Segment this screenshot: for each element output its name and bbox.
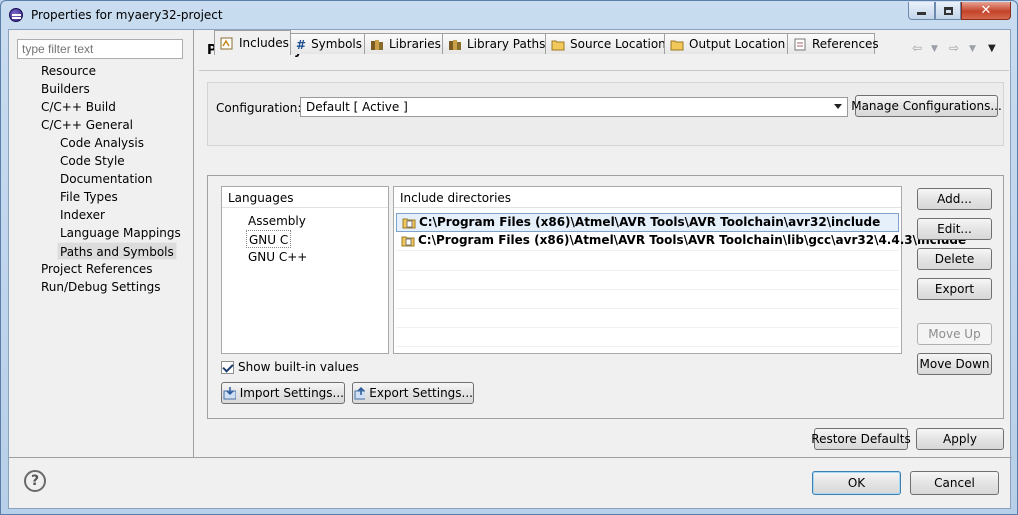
ok-button[interactable]: OK [812,471,901,495]
row-divider [396,289,899,290]
tab-output-location-label: Output Location [689,37,786,51]
edit-button[interactable]: Edit... [917,218,992,240]
languages-list[interactable]: Languages Assembly GNU C GNU C++ [221,186,389,354]
help-icon[interactable]: ? [24,470,46,492]
eclipse-icon [9,8,23,22]
tree-item-resource[interactable]: Resource [39,62,98,80]
tree-item-cpp-build[interactable]: C/C++ Build [39,98,118,116]
hash-icon: # [296,37,307,52]
move-up-button[interactable]: Move Up [917,323,992,345]
tree-item-documentation[interactable]: Documentation [58,170,155,188]
tab-references[interactable]: References [787,33,879,54]
import-settings-button[interactable]: Import Settings... [221,382,345,404]
tree-item-code-analysis[interactable]: Code Analysis [58,134,146,152]
include-path: C:\Program Files (x86)\Atmel\AVR Tools\A… [419,215,881,229]
tab-includes-label: Includes [239,36,289,50]
tab-symbols[interactable]: # Symbols [290,33,365,54]
maximize-button[interactable] [935,2,961,20]
references-icon [793,38,807,51]
back-menu-icon[interactable]: ▼ [931,44,938,54]
dialog-body: Resource Builders C/C++ Build C/C++ Gene… [8,29,1012,509]
source-folder-icon [551,38,565,51]
tree-item-project-references[interactable]: Project References [39,260,155,278]
header-divider [199,70,1009,71]
language-item-gnu-c[interactable]: GNU C [246,230,292,248]
properties-window: Properties for myaery32-project ✕ Resour… [0,0,1018,515]
row-divider [396,270,899,271]
library-path-icon [448,38,462,51]
delete-button[interactable]: Delete [917,248,992,270]
configuration-label: Configuration: [216,101,302,115]
close-button[interactable]: ✕ [961,2,1011,20]
tab-references-label: References [812,37,879,51]
tree-item-file-types[interactable]: File Types [58,188,120,206]
export-settings-button[interactable]: Export Settings... [352,382,474,404]
filter-input[interactable] [17,39,183,59]
include-path: C:\Program Files (x86)\Atmel\AVR Tools\A… [418,233,967,247]
maximize-icon [943,6,953,15]
add-button[interactable]: Add... [917,188,992,210]
forward-menu-icon[interactable]: ▼ [969,44,976,54]
title-bar[interactable]: Properties for myaery32-project ✕ [1,1,1017,29]
tree-item-code-style[interactable]: Code Style [58,152,127,170]
tab-library-paths[interactable]: Library Paths [442,33,546,54]
close-icon: ✕ [980,3,992,18]
configuration-value: Default [ Active ] [306,100,408,114]
tab-library-paths-label: Library Paths [467,37,546,51]
output-folder-icon [670,38,684,51]
tree-item-cpp-general[interactable]: C/C++ General [39,116,135,134]
include-directories-list[interactable]: Include directories C:\Program Files (x8… [393,186,966,354]
tree-item-run-debug-settings[interactable]: Run/Debug Settings [39,278,163,296]
library-icon [370,38,384,51]
dropdown-arrow-icon [834,104,842,109]
footer-divider [9,457,1012,458]
tab-libraries[interactable]: Libraries [364,33,443,54]
manage-configurations-button[interactable]: Manage Configurations... [851,95,1002,117]
import-settings-label: Import Settings... [239,386,344,400]
tree-item-builders[interactable]: Builders [39,80,92,98]
minimize-icon [917,12,926,15]
tab-symbols-label: Symbols [311,37,363,51]
cancel-button[interactable]: Cancel [910,471,999,495]
export-icon [354,386,366,400]
tree-item-paths-and-symbols[interactable]: Paths and Symbols [57,242,177,260]
tree-item-language-mappings[interactable]: Language Mappings [58,224,183,242]
row-divider [396,308,899,309]
configuration-select[interactable]: Default [ Active ] [300,97,848,117]
configuration-panel: Configuration: Default [ Active ] Manage… [207,82,1004,146]
tab-includes[interactable]: Includes [214,30,291,55]
show-builtin-checkbox[interactable] [221,361,234,374]
includes-icon [220,37,234,50]
include-row[interactable]: C:\Program Files (x86)\Atmel\AVR Tools\A… [396,232,966,251]
row-divider [396,327,899,328]
move-down-button[interactable]: Move Down [917,353,992,375]
back-arrow-icon[interactable]: ⇦ [912,41,922,55]
include-folder-icon [401,236,415,247]
languages-header: Languages [222,187,388,208]
tree-item-indexer[interactable]: Indexer [58,206,107,224]
include-folder-icon [402,218,416,229]
pane-separator-line [193,30,194,457]
show-builtin-label[interactable]: Show built-in values [238,360,359,374]
apply-button[interactable]: Apply [916,428,1004,450]
tab-source-location[interactable]: Source Location [545,33,666,54]
view-menu-icon[interactable]: ▼ [988,43,996,54]
forward-arrow-icon[interactable]: ⇨ [949,41,959,55]
tab-source-location-label: Source Location [570,37,666,51]
row-divider [396,346,899,347]
page-navigation: ⇦ ▼ ⇨ ▼ ▼ [909,41,1009,57]
export-button[interactable]: Export [917,278,992,300]
restore-defaults-button[interactable]: Restore Defaults [811,428,911,450]
language-item-assembly[interactable]: Assembly [246,212,308,230]
include-directories-header: Include directories [394,187,901,208]
minimize-button[interactable] [908,2,935,20]
tab-output-location[interactable]: Output Location [664,33,788,54]
tab-libraries-label: Libraries [389,37,441,51]
export-settings-label: Export Settings... [369,386,473,400]
language-item-gnu-cpp[interactable]: GNU C++ [246,248,309,266]
import-icon [223,387,236,400]
include-row[interactable]: C:\Program Files (x86)\Atmel\AVR Tools\A… [396,213,899,232]
window-title: Properties for myaery32-project [31,8,223,22]
